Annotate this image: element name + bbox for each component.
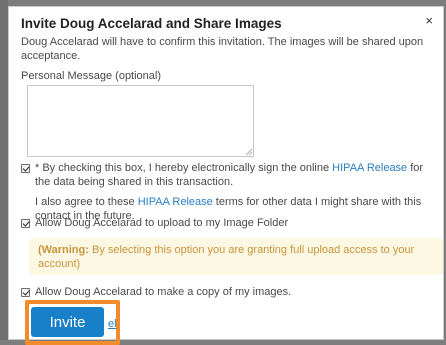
cancel-link[interactable]: el — [108, 318, 117, 330]
copy-permission-label: Allow Doug Accelarad to make a copy of m… — [35, 286, 292, 298]
warning-label: (Warning: — [38, 244, 89, 256]
warning-message: By selecting this option you are grantin… — [38, 244, 415, 270]
hipaa-consent-checkbox[interactable] — [21, 164, 30, 173]
hipaa-consent-text-before: * By checking this box, I hereby electro… — [35, 162, 333, 174]
personal-message-input[interactable] — [27, 85, 254, 157]
close-icon[interactable]: × — [425, 14, 433, 27]
hipaa-release-link[interactable]: HIPAA Release — [332, 162, 407, 174]
invite-button[interactable]: Invite — [31, 307, 104, 337]
upload-warning-box: (Warning: By selecting this option you a… — [29, 238, 443, 275]
hipaa-consent-text: * By checking this box, I hereby electro… — [35, 161, 435, 189]
dialog-title: Invite Doug Accelarad and Share Images — [21, 16, 282, 31]
invite-dialog: Invite Doug Accelarad and Share Images ×… — [8, 6, 444, 345]
hipaa-release-terms-link[interactable]: HIPAA Release — [138, 196, 213, 208]
hipaa-future-text-before: I also agree to these — [35, 196, 138, 208]
copy-permission-checkbox[interactable] — [21, 288, 30, 297]
page-backdrop — [0, 0, 8, 340]
upload-permission-label: Allow Doug Accelarad to upload to my Ima… — [35, 217, 289, 229]
dialog-intro: Doug Accelarad will have to confirm this… — [21, 36, 424, 62]
personal-message-label: Personal Message (optional) — [21, 70, 162, 82]
upload-warning-text: (Warning: By selecting this option you a… — [38, 243, 428, 271]
upload-permission-checkbox[interactable] — [21, 219, 30, 228]
